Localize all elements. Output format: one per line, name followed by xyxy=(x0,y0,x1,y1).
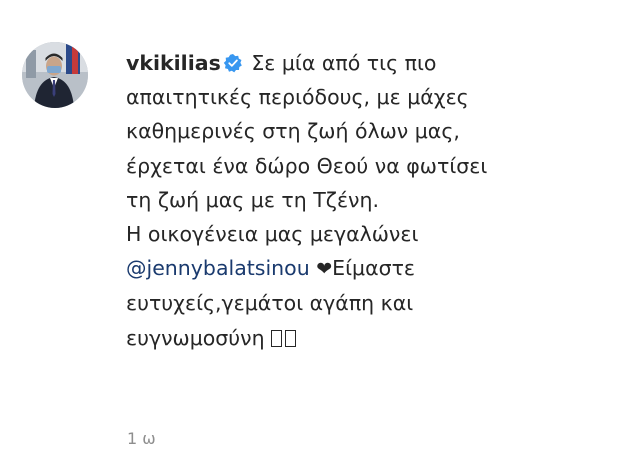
comment-line-2: απαιτητικές περιόδους, με μάχες xyxy=(126,85,469,110)
username-link[interactable]: vkikilias xyxy=(126,51,221,75)
comment-line-5: τη ζωή μας με τη Τζένη. xyxy=(126,187,379,212)
comment-line-3: καθημερινές στη ζωή όλων μας, xyxy=(126,119,460,144)
missing-glyph-icon xyxy=(271,329,283,347)
comment-line-1: vkikilias Σε μία από τις πιο xyxy=(126,46,620,80)
avatar[interactable] xyxy=(22,42,88,108)
comment-text: vkikilias Σε μία από τις πιο απαιτητικές… xyxy=(126,38,620,355)
comment-text-segment: Είμαστε xyxy=(332,256,416,281)
comment-timestamp[interactable]: 1 ω xyxy=(127,429,156,448)
comment-line-9: ευγνωμοσύνη xyxy=(126,321,620,355)
verified-badge-icon xyxy=(223,54,242,73)
comment-line-8: ευτυχείς,γεμάτοι αγάπη και xyxy=(126,291,414,316)
comment-line-4: έρχεται ένα δώρο Θεού να φωτίσει xyxy=(126,153,488,178)
mention-link[interactable]: @jennybalatsinou xyxy=(126,256,310,280)
heart-icon: ❤ xyxy=(316,258,333,281)
comment-text-segment: Σε μία από τις πιο xyxy=(251,51,437,75)
avatar-image xyxy=(22,42,88,108)
comment-body: vkikilias Σε μία από τις πιο απαιτητικές… xyxy=(126,38,620,355)
comment-line-6: Η οικογένεια μας μεγαλώνει xyxy=(126,222,419,247)
comment-line-7: @jennybalatsinou ❤Είμαστε xyxy=(126,251,620,286)
missing-glyph-icon xyxy=(285,329,297,347)
comment-text-segment: ευγνωμοσύνη xyxy=(126,325,265,350)
